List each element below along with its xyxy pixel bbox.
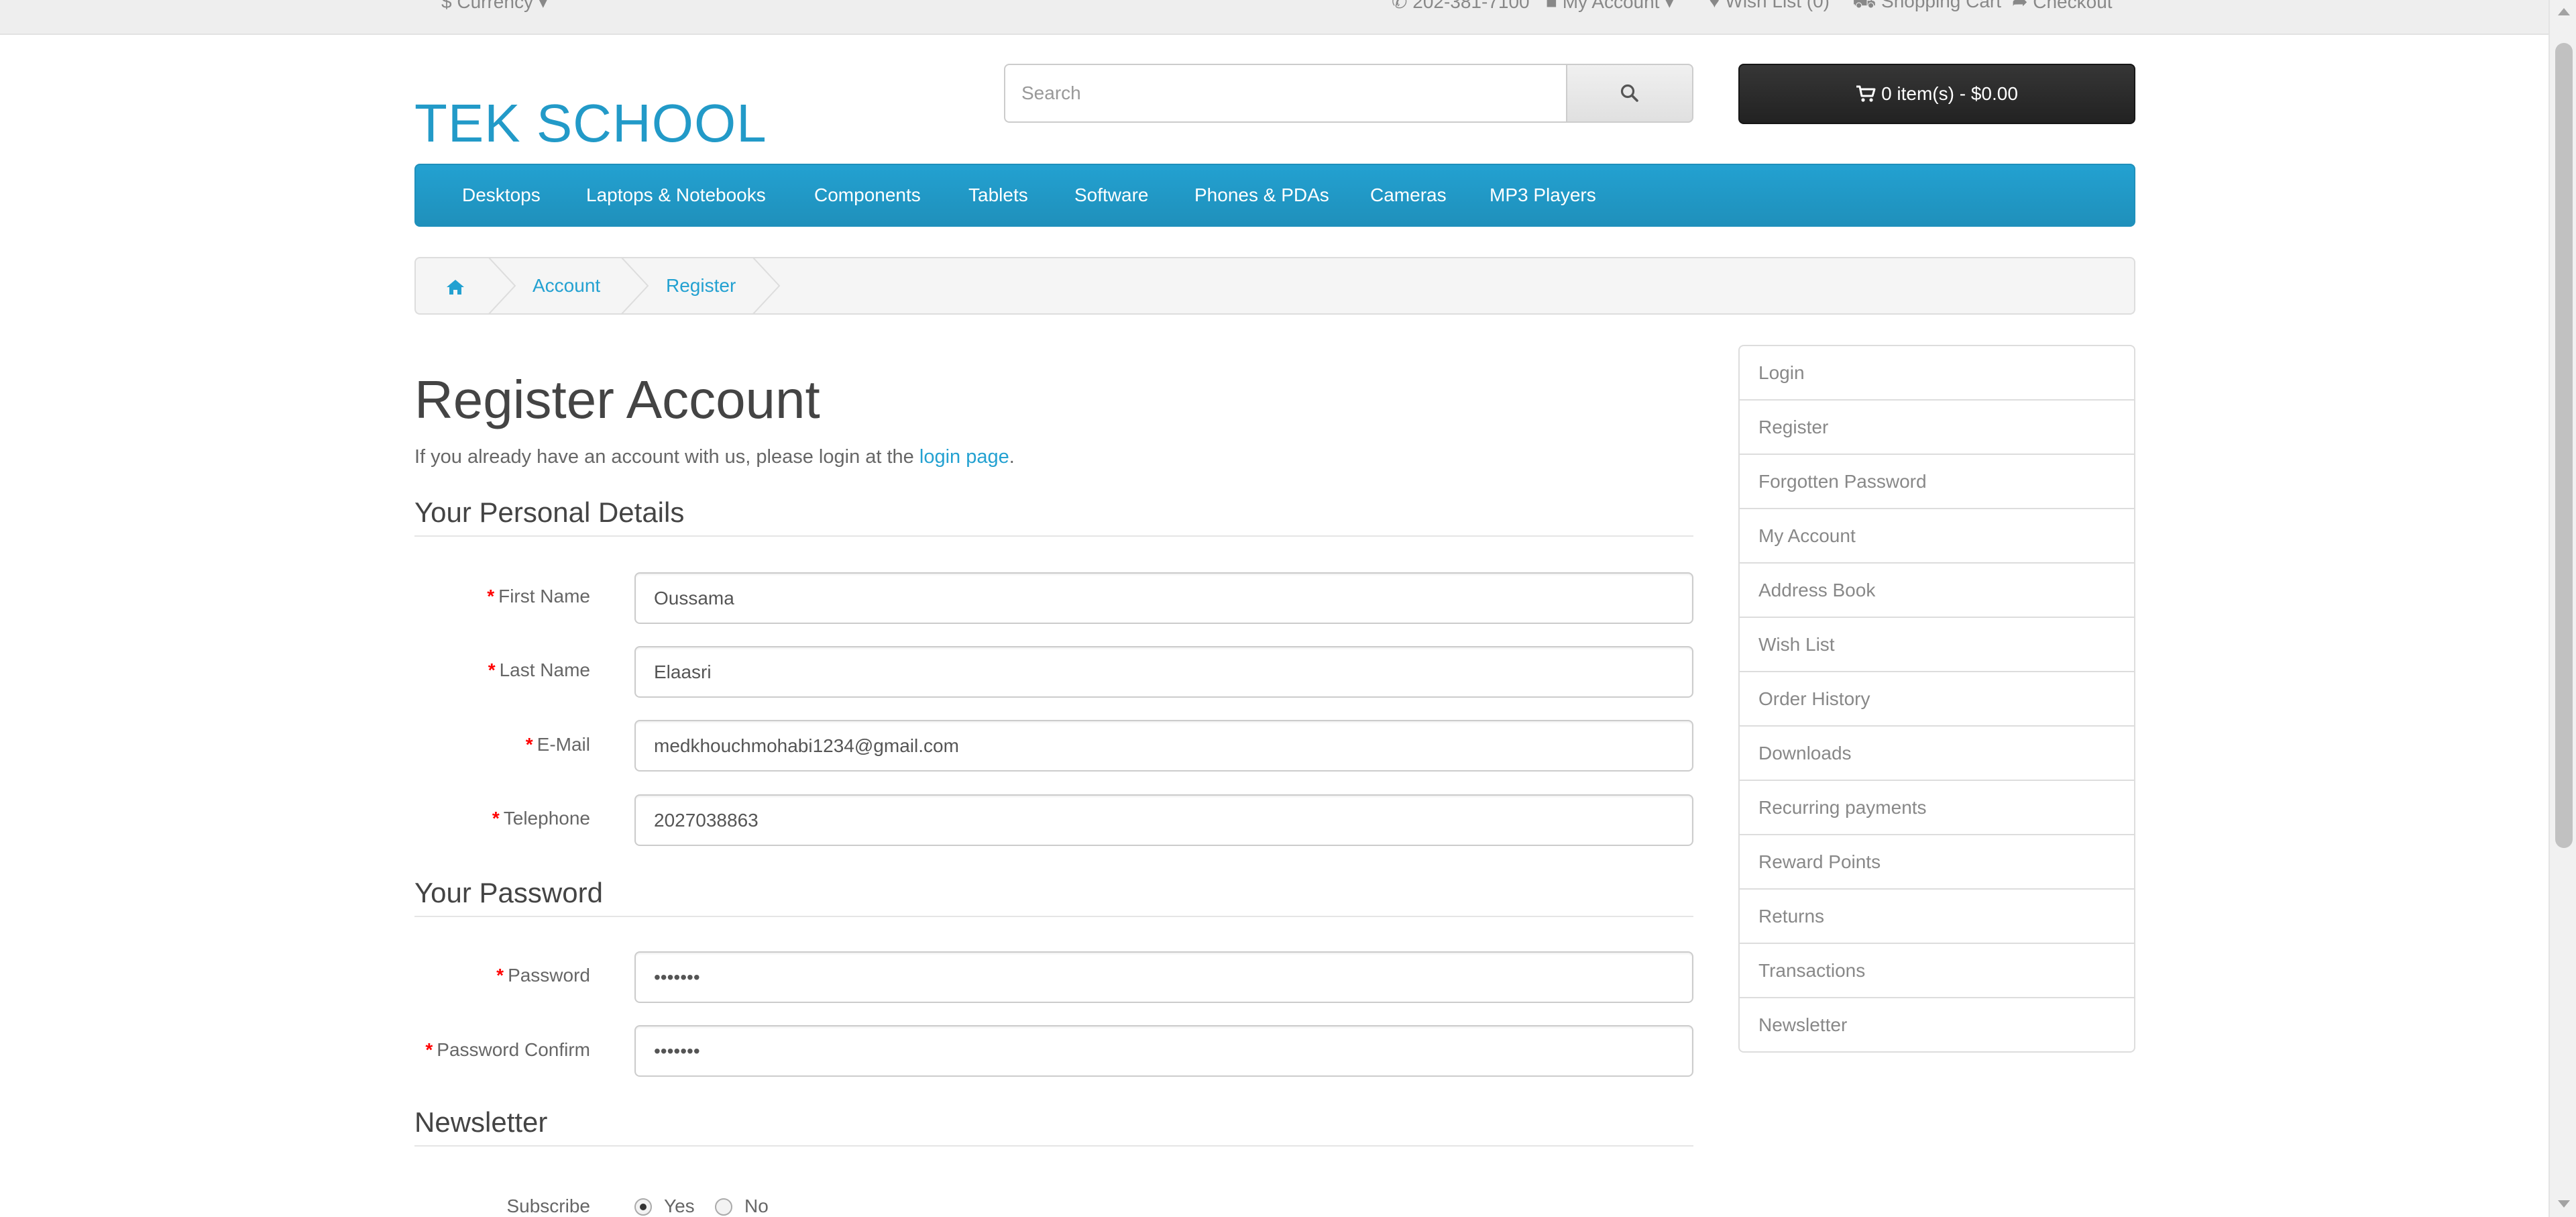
phone-link[interactable]: ✆ 202-381-7100 — [1392, 0, 1530, 13]
breadcrumb-separator-icon — [488, 257, 516, 315]
last-name-label-text: Last Name — [499, 659, 590, 680]
sidebar-item-downloads[interactable]: Downloads — [1738, 725, 2135, 781]
password-confirm-label: * Password Confirm — [414, 1039, 590, 1061]
shopping-cart-label: Shopping Cart — [1881, 0, 2002, 11]
currency-dropdown[interactable]: $ Currency ▾ — [441, 0, 548, 13]
cart-icon: ⛟ — [1852, 0, 1882, 11]
cart-total-label: 0 item(s) - $0.00 — [1881, 83, 2018, 104]
menu-item-desktops[interactable]: Desktops — [462, 165, 541, 225]
scroll-up-arrow-icon[interactable] — [2558, 8, 2570, 15]
phone-icon: ✆ — [1392, 0, 1413, 12]
newsletter-legend: Newsletter — [414, 1106, 1693, 1147]
sidebar-item-recurring-payments[interactable]: Recurring payments — [1738, 780, 2135, 835]
account-sidebar: Login Register Forgotten Password My Acc… — [1738, 345, 2135, 1053]
sidebar-item-newsletter[interactable]: Newsletter — [1738, 997, 2135, 1053]
scroll-down-arrow-icon[interactable] — [2558, 1200, 2570, 1208]
telephone-field[interactable] — [634, 794, 1693, 846]
required-marker: * — [496, 965, 504, 986]
breadcrumb-separator-icon — [621, 257, 649, 315]
menu-item-phones-pdas[interactable]: Phones & PDAs — [1194, 165, 1329, 225]
sidebar-item-my-account[interactable]: My Account — [1738, 508, 2135, 564]
required-marker: * — [487, 586, 495, 606]
wish-list-label: Wish List (0) — [1725, 0, 1830, 11]
password-label: * Password — [414, 965, 590, 986]
search-input[interactable] — [1004, 64, 1566, 123]
currency-label: Currency — [457, 0, 533, 12]
intro-text-end: . — [1009, 446, 1015, 468]
telephone-label-text: Telephone — [503, 808, 590, 829]
login-page-link[interactable]: login page — [919, 446, 1009, 468]
menu-item-laptops-notebooks[interactable]: Laptops & Notebooks — [586, 165, 766, 225]
wish-list-link[interactable]: ♥ Wish List (0) — [1709, 0, 1830, 12]
breadcrumb-account[interactable]: Account — [533, 258, 600, 313]
password-label-text: Password — [508, 965, 590, 986]
dollar-icon: $ — [441, 0, 457, 12]
menu-item-components[interactable]: Components — [814, 165, 921, 225]
password-confirm-label-text: Password Confirm — [437, 1039, 590, 1060]
sidebar-item-wish-list[interactable]: Wish List — [1738, 617, 2135, 672]
first-name-field[interactable] — [634, 572, 1693, 624]
subscribe-label: Subscribe — [506, 1196, 590, 1216]
email-label-text: E-Mail — [537, 734, 590, 755]
required-marker: * — [492, 808, 500, 829]
share-icon: ➦ — [2012, 0, 2033, 12]
required-marker: * — [425, 1039, 433, 1060]
breadcrumb: Account Register — [414, 257, 2135, 315]
subscribe-yes-radio[interactable] — [634, 1198, 652, 1216]
intro-text-body: If you already have an account with us, … — [414, 446, 919, 468]
first-name-label-text: First Name — [498, 586, 590, 606]
search-button[interactable] — [1566, 64, 1693, 123]
password-confirm-field[interactable] — [634, 1025, 1693, 1077]
home-icon — [447, 279, 464, 295]
page-title: Register Account — [414, 370, 820, 429]
shopping-cart-link[interactable]: ⛟ Shopping Cart — [1852, 0, 2001, 15]
checkout-link[interactable]: ➦ Checkout — [2012, 0, 2113, 13]
menu-item-tablets[interactable]: Tablets — [968, 165, 1028, 225]
site-logo[interactable]: TEK SCHOOL — [414, 93, 767, 154]
subscribe-no-label: No — [744, 1196, 769, 1216]
user-icon: ■ — [1546, 0, 1563, 12]
sidebar-item-returns[interactable]: Returns — [1738, 888, 2135, 944]
my-account-dropdown[interactable]: ■ My Account ▾ — [1546, 0, 1674, 13]
search-icon — [1620, 84, 1638, 102]
last-name-field[interactable] — [634, 646, 1693, 698]
personal-details-legend: Your Personal Details — [414, 496, 1693, 537]
checkout-label: Checkout — [2033, 0, 2113, 12]
menu-item-software[interactable]: Software — [1074, 165, 1149, 225]
intro-text: If you already have an account with us, … — [414, 446, 1015, 468]
vertical-scrollbar[interactable] — [2549, 0, 2576, 1217]
email-label: * E-Mail — [414, 734, 590, 755]
breadcrumb-separator-icon — [752, 257, 781, 315]
top-bar: $ Currency ▾ ✆ 202-381-7100 ■ My Account… — [0, 0, 2549, 35]
scrollbar-thumb[interactable] — [2555, 43, 2573, 848]
menu-item-cameras[interactable]: Cameras — [1370, 165, 1447, 225]
menu-item-mp3-players[interactable]: MP3 Players — [1490, 165, 1596, 225]
breadcrumb-register[interactable]: Register — [666, 258, 736, 313]
sidebar-item-register[interactable]: Register — [1738, 399, 2135, 455]
page: $ Currency ▾ ✆ 202-381-7100 ■ My Account… — [0, 0, 2549, 1217]
password-legend: Your Password — [414, 877, 1693, 917]
email-field[interactable] — [634, 720, 1693, 772]
main-menu: Desktops Laptops & Notebooks Components … — [414, 164, 2135, 227]
sidebar-item-transactions[interactable]: Transactions — [1738, 943, 2135, 998]
phone-label: 202-381-7100 — [1412, 0, 1530, 12]
required-marker: * — [525, 734, 533, 755]
heart-icon: ♥ — [1709, 0, 1726, 11]
sidebar-item-forgotten-password[interactable]: Forgotten Password — [1738, 454, 2135, 509]
sidebar-item-login[interactable]: Login — [1738, 345, 2135, 401]
first-name-label: * First Name — [414, 586, 590, 607]
required-marker: * — [488, 659, 496, 680]
cart-button[interactable]: 0 item(s) - $0.00 — [1738, 64, 2135, 124]
password-field[interactable] — [634, 951, 1693, 1003]
subscribe-yes-label: Yes — [664, 1196, 695, 1216]
telephone-label: * Telephone — [414, 808, 590, 829]
cart-icon — [1856, 85, 1876, 102]
subscribe-no-radio[interactable] — [715, 1198, 732, 1216]
my-account-label: My Account — [1562, 0, 1660, 12]
sidebar-item-reward-points[interactable]: Reward Points — [1738, 834, 2135, 890]
sidebar-item-order-history[interactable]: Order History — [1738, 671, 2135, 727]
breadcrumb-home[interactable] — [445, 258, 465, 313]
last-name-label: * Last Name — [414, 659, 590, 681]
sidebar-item-address-book[interactable]: Address Book — [1738, 562, 2135, 618]
